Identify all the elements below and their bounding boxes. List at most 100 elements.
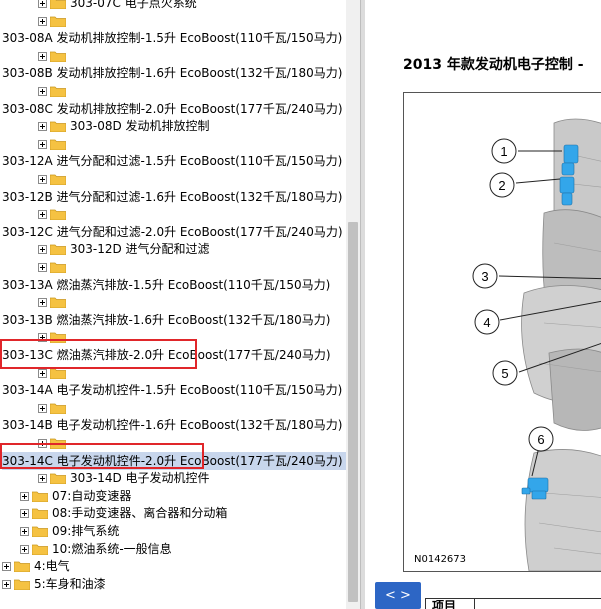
expand-icon[interactable]	[20, 509, 29, 518]
tree-item-label: 303-12B 进气分配和过滤-1.6升 EcoBoost(132千瓦/180马…	[2, 190, 343, 204]
folder-icon	[14, 579, 30, 590]
expand-icon[interactable]	[38, 263, 47, 272]
tree-item-label: 10:燃油系统-一般信息	[52, 542, 172, 556]
engine-figure: 1 2 3 4 5 6 N0142673	[403, 92, 601, 572]
tree-item-label: 303-13B 燃油蒸汽排放-1.6升 EcoBoost(132千瓦/180马力…	[2, 313, 331, 327]
tree-item-label: 303-14B 电子发动机控件-1.6升 EcoBoost(132千瓦/180马…	[2, 418, 343, 432]
expand-icon[interactable]	[38, 298, 47, 307]
folder-icon	[50, 368, 66, 379]
tree-item[interactable]: 303-12D 进气分配和过滤	[38, 240, 210, 258]
tree-item[interactable]: 303-14B 电子发动机控件-1.6升 EcoBoost(132千瓦/180马…	[2, 416, 342, 434]
tree-scrollbar-thumb[interactable]	[348, 222, 358, 602]
folder-icon	[50, 174, 66, 185]
tree-folder-node[interactable]	[38, 293, 70, 311]
nav-prev-next-button[interactable]: < >	[375, 582, 421, 609]
tree-item[interactable]: 303-13A 燃油蒸汽排放-1.5升 EcoBoost(110千瓦/150马力…	[2, 276, 330, 294]
tree-item[interactable]: 303-14A 电子发动机控件-1.5升 EcoBoost(110千瓦/150马…	[2, 381, 342, 399]
expand-icon[interactable]	[38, 369, 47, 378]
expand-icon[interactable]	[20, 527, 29, 536]
figure-code: N0142673	[414, 554, 467, 565]
folder-icon	[50, 139, 66, 150]
folder-icon	[32, 526, 48, 537]
tree-item-label: 303-13A 燃油蒸汽排放-1.5升 EcoBoost(110千瓦/150马力…	[2, 278, 331, 292]
tree-item[interactable]: 08:手动变速器、离合器和分动箱	[20, 504, 227, 522]
folder-icon	[50, 121, 66, 132]
expand-icon[interactable]	[20, 545, 29, 554]
tree-item-label: 303-14A 电子发动机控件-1.5升 EcoBoost(110千瓦/150马…	[2, 383, 343, 397]
folder-icon	[50, 209, 66, 220]
tree-item[interactable]: 09:排气系统	[20, 522, 119, 540]
tree-item-label: 303-14D 电子发动机控件	[70, 471, 210, 485]
tree-folder-node[interactable]	[38, 170, 70, 188]
folder-icon	[32, 491, 48, 502]
expand-icon[interactable]	[2, 562, 11, 571]
parts-table-header: 项目	[425, 598, 601, 609]
tree-folder-node[interactable]	[38, 12, 70, 30]
expand-icon[interactable]	[38, 210, 47, 219]
document-pane: 2013 年款发动机电子控制 - 1 2 3 4 5 6 N0142673 < …	[365, 0, 601, 609]
tree-item-label: 303-08D 发动机排放控制	[70, 119, 210, 133]
folder-icon	[50, 473, 66, 484]
expand-icon[interactable]	[38, 140, 47, 149]
folder-icon	[14, 561, 30, 572]
tree-folder-node[interactable]	[38, 47, 70, 65]
tree-item[interactable]: 303-07C 电子点火系统	[38, 0, 197, 12]
folder-icon	[50, 51, 66, 62]
tree-item[interactable]: 303-14D 电子发动机控件	[38, 469, 210, 487]
expand-icon[interactable]	[38, 0, 47, 8]
callout-2-label: 2	[498, 178, 505, 193]
tree-item[interactable]: 10:燃油系统-一般信息	[20, 540, 172, 558]
expand-icon[interactable]	[38, 175, 47, 184]
tree-item-label: 303-08B 发动机排放控制-1.6升 EcoBoost(132千瓦/180马…	[2, 66, 343, 80]
highlight-box-303-13c	[0, 339, 197, 369]
expand-icon[interactable]	[20, 492, 29, 501]
tree-folder-node[interactable]	[38, 82, 70, 100]
table-header-item: 项目	[432, 599, 457, 609]
expand-icon[interactable]	[2, 580, 11, 589]
expand-icon[interactable]	[38, 245, 47, 254]
tree-item[interactable]: 303-08C 发动机排放控制-2.0升 EcoBoost(177千瓦/240马…	[2, 100, 343, 118]
folder-icon	[50, 0, 66, 9]
tree-item[interactable]: 07:自动变速器	[20, 487, 131, 505]
tree-item[interactable]: 303-12B 进气分配和过滤-1.6升 EcoBoost(132千瓦/180马…	[2, 188, 342, 206]
tree-item[interactable]: 303-08B 发动机排放控制-1.6升 EcoBoost(132千瓦/180马…	[2, 64, 342, 82]
tree-item[interactable]: 4:电气	[2, 557, 70, 575]
folder-icon	[50, 86, 66, 97]
folder-icon	[32, 544, 48, 555]
callout-4-label: 4	[483, 315, 490, 330]
expand-icon[interactable]	[38, 17, 47, 26]
tree-item-label: 07:自动变速器	[52, 489, 132, 503]
callout-1-label: 1	[500, 144, 507, 159]
tree-folder-node[interactable]	[38, 205, 70, 223]
tree-item[interactable]: 303-12A 进气分配和过滤-1.5升 EcoBoost(110千瓦/150马…	[2, 152, 342, 170]
callout-3-label: 3	[481, 269, 488, 284]
tree-item[interactable]: 303-08A 发动机排放控制-1.5升 EcoBoost(110千瓦/150马…	[2, 29, 342, 47]
expand-icon[interactable]	[38, 87, 47, 96]
tree-item[interactable]: 303-12C 进气分配和过滤-2.0升 EcoBoost(177千瓦/240马…	[2, 223, 343, 241]
expand-icon[interactable]	[38, 474, 47, 483]
tree-item[interactable]: 303-13B 燃油蒸汽排放-1.6升 EcoBoost(132千瓦/180马力…	[2, 311, 330, 329]
expand-icon[interactable]	[38, 122, 47, 131]
expand-icon[interactable]	[38, 404, 47, 413]
table-divider	[474, 599, 475, 609]
engine-illustration: 1 2 3 4 5 6	[472, 118, 601, 571]
document-title: 2013 年款发动机电子控制 -	[403, 57, 584, 73]
tree-folder-node[interactable]	[38, 399, 70, 417]
folder-icon	[50, 244, 66, 255]
highlight-box-303-14c	[0, 443, 204, 469]
tree-item-label: 09:排气系统	[52, 524, 120, 538]
tree-item-label: 303-12A 进气分配和过滤-1.5升 EcoBoost(110千瓦/150马…	[2, 154, 343, 168]
tree-panel: 303-07C 电子点火系统 303-08A 发动机排放控制-1.5升 EcoBo…	[0, 0, 346, 609]
tree-item-label: 303-12D 进气分配和过滤	[70, 242, 210, 256]
folder-icon	[50, 403, 66, 414]
tree-item-label: 303-07C 电子点火系统	[70, 0, 197, 10]
tree-item[interactable]: 5:车身和油漆	[2, 575, 106, 593]
folder-icon	[50, 262, 66, 273]
callout-6-label: 6	[537, 432, 544, 447]
tree-folder-node[interactable]	[38, 135, 70, 153]
tree-folder-node[interactable]	[38, 258, 70, 276]
tree-item-label: 5:车身和油漆	[34, 577, 106, 591]
expand-icon[interactable]	[38, 52, 47, 61]
tree-item[interactable]: 303-08D 发动机排放控制	[38, 117, 210, 135]
tree-scrollbar[interactable]	[346, 0, 360, 609]
